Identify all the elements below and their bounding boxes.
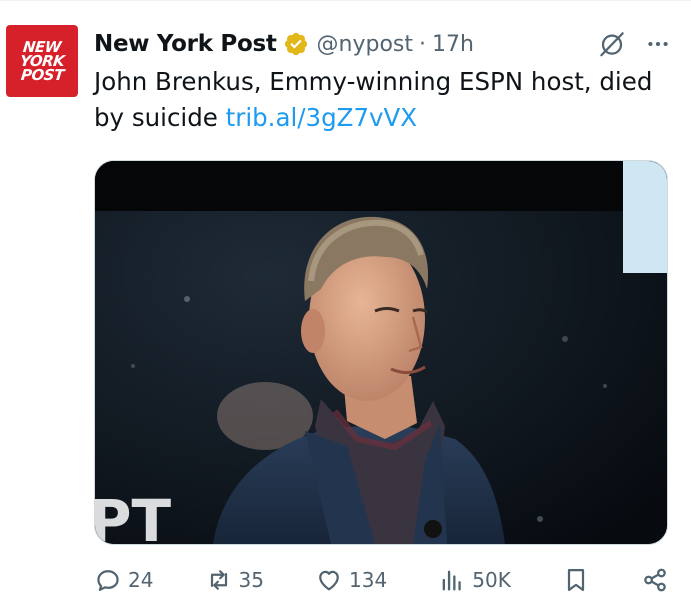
share-button[interactable] [641,566,669,594]
retweet-button[interactable]: 35 [205,566,264,594]
reply-icon [97,570,119,592]
verified-badge-icon[interactable] [283,31,309,57]
avatar-line-3: POST [19,66,65,85]
tweet-header: New York Post @nypost · 17h [94,26,671,62]
share-icon [644,568,666,592]
like-button[interactable]: 134 [315,566,387,594]
separator-dot: · [419,31,427,57]
tweet-link[interactable]: trib.al/3gZ7vVX [226,103,417,132]
author-name[interactable]: New York Post [94,31,277,57]
reply-button[interactable]: 24 [94,566,153,594]
svg-text:PT: PT [95,487,172,544]
top-divider [0,0,691,1]
retweet-icon [210,570,227,590]
like-count: 134 [349,568,388,592]
bookmark-icon [567,568,585,592]
author-handle[interactable]: @nypost [317,32,413,57]
grok-icon[interactable] [597,29,627,59]
heart-icon [319,570,339,591]
action-bar: 24 35 134 50K [94,560,669,600]
bookmark-button[interactable] [562,566,590,594]
tweet-media-photo[interactable]: PT [94,160,668,545]
views-icon [442,570,462,591]
avatar[interactable]: NEW YORK POST [6,25,78,97]
person-photo: PT [95,161,667,544]
retweet-count: 35 [238,568,264,592]
tweet-text: John Brenkus, Emmy-winning ESPN host, di… [94,64,674,136]
reply-count: 24 [128,568,154,592]
more-icon[interactable] [645,31,671,57]
views-count: 50K [472,568,511,592]
timestamp[interactable]: 17h [432,32,474,57]
views-button[interactable]: 50K [438,566,511,594]
